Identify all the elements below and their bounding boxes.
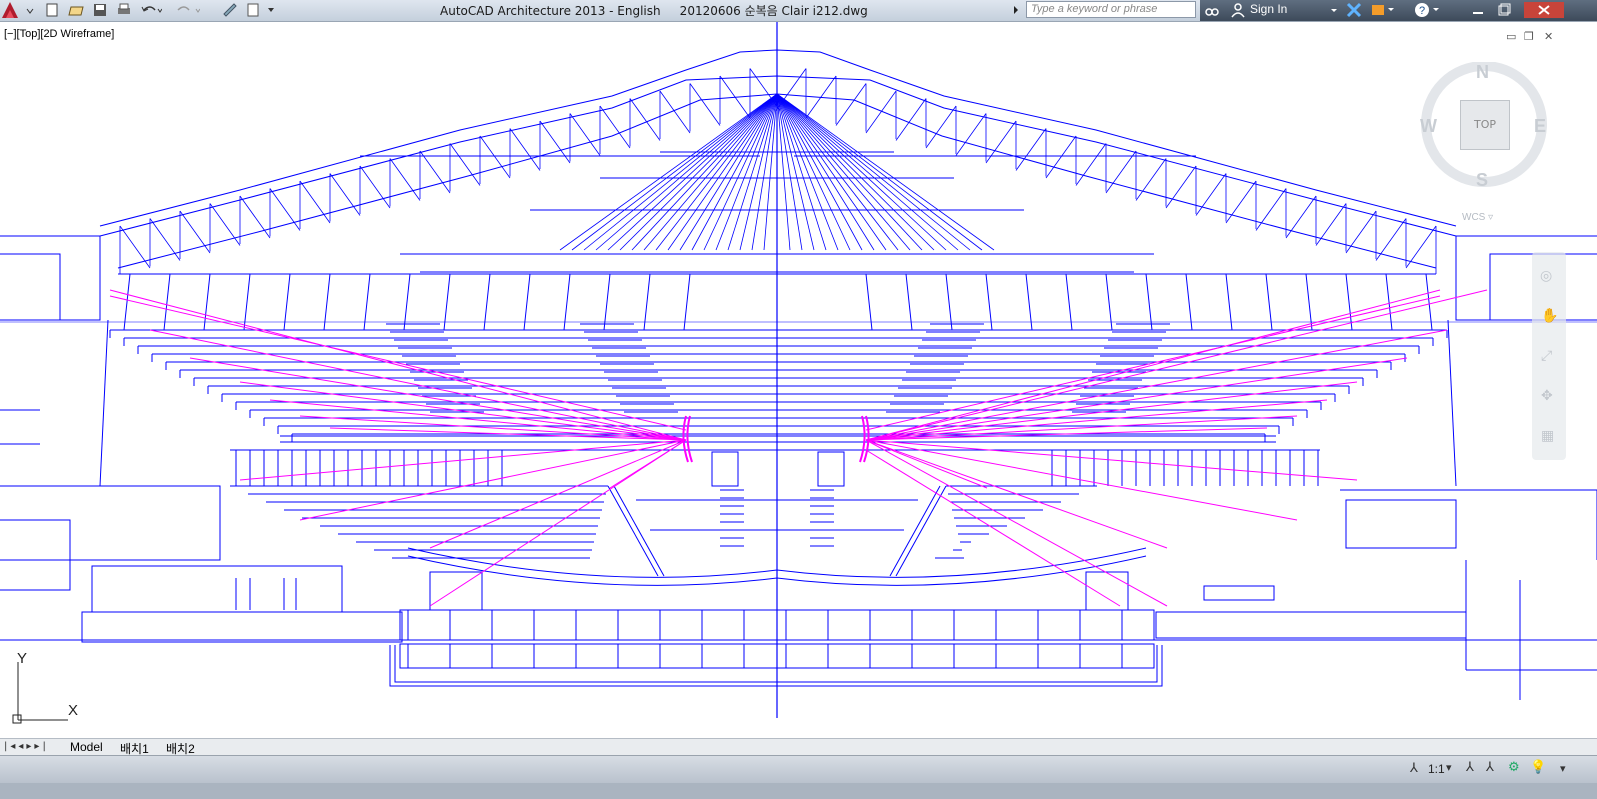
app-menu-arrow-icon[interactable] — [26, 2, 34, 18]
status-bar: ⅄ 1:1 ▾ ⅄ ⅄ ⚙ 💡 ▾ — [0, 755, 1597, 784]
pan-icon[interactable]: ✋ — [1541, 308, 1558, 324]
compass-south[interactable]: S — [1476, 170, 1488, 191]
restore-icon[interactable] — [1496, 2, 1512, 18]
ucs-y-label: Y — [17, 650, 28, 667]
bottom-strip — [0, 783, 1597, 799]
title-bar: AutoCAD Architecture 2013 - English 2012… — [0, 0, 1597, 22]
drawing-area[interactable]: [−][Top][2D Wireframe] ▭ ❐ ✕ Y X N S E W… — [0, 22, 1597, 737]
status-menu-icon[interactable]: ▾ — [1560, 762, 1566, 775]
auto-scale-icon[interactable]: ⅄ — [1486, 760, 1494, 775]
tab-nav-arrows-icon[interactable]: |◂◂▸▸| — [4, 741, 49, 752]
sign-in-dropdown-icon[interactable] — [1330, 2, 1338, 18]
viewcube[interactable]: N S E W TOP — [1418, 62, 1558, 192]
auditorium-section-drawing — [0, 22, 1597, 718]
navigation-bar: ◎ ✋ ⤢ ✥ ▦ — [1532, 252, 1566, 460]
steering-wheel-icon[interactable]: ◎ — [1540, 268, 1552, 284]
viewport-close-icon[interactable]: ✕ — [1544, 30, 1553, 43]
workspace-switch-icon[interactable]: ⚙ — [1508, 760, 1520, 775]
annotation-scale-icon[interactable]: ⅄ — [1410, 761, 1418, 776]
sign-in-link[interactable]: Sign In — [1250, 2, 1287, 16]
close-icon[interactable] — [1524, 2, 1564, 18]
window-title: AutoCAD Architecture 2013 - English 2012… — [440, 4, 868, 18]
viewport-restore-icon[interactable]: ❐ — [1524, 30, 1534, 43]
orbit-icon[interactable]: ✥ — [1541, 388, 1553, 404]
scale-dropdown-icon[interactable]: ▾ — [1446, 761, 1452, 774]
redo-icon[interactable] — [174, 2, 200, 18]
expand-arrow-icon[interactable] — [1012, 2, 1020, 18]
help-icon[interactable]: ? — [1414, 2, 1440, 18]
svg-text:?: ? — [1419, 5, 1425, 17]
tab-model[interactable]: Model — [70, 740, 103, 754]
zoom-icon[interactable]: ⤢ — [1541, 348, 1552, 364]
search-input[interactable]: Type a keyword or phrase — [1026, 1, 1196, 18]
ucs-x-label: X — [68, 702, 79, 719]
minimize-icon[interactable] — [1470, 2, 1486, 18]
binoculars-icon[interactable] — [1204, 2, 1220, 18]
compass-east[interactable]: E — [1534, 116, 1546, 137]
undo-icon[interactable] — [140, 2, 162, 18]
compass-west[interactable]: W — [1420, 116, 1437, 137]
open-icon[interactable] — [68, 2, 84, 18]
app-logo-icon[interactable] — [0, 0, 20, 20]
exchange-icon[interactable] — [1346, 2, 1362, 18]
viewport-controls-label[interactable]: [−][Top][2D Wireframe] — [4, 28, 114, 40]
layout-tab-bar: |◂◂▸▸| Model 배치1 배치2 — [0, 738, 1597, 756]
isolate-icon[interactable]: 💡 — [1530, 760, 1546, 775]
properties-icon[interactable] — [246, 2, 276, 18]
print-icon[interactable] — [116, 2, 132, 18]
ucs-menu[interactable]: WCS ▿ — [1462, 212, 1493, 223]
viewport-minimize-icon[interactable]: ▭ — [1506, 30, 1516, 43]
showmotion-icon[interactable]: ▦ — [1541, 428, 1554, 444]
user-icon[interactable] — [1230, 2, 1246, 18]
compass-north[interactable]: N — [1476, 62, 1489, 83]
save-icon[interactable] — [92, 2, 108, 18]
new-icon[interactable] — [44, 2, 60, 18]
viewcube-top-face[interactable]: TOP — [1460, 100, 1510, 150]
workspace-icon[interactable] — [222, 2, 238, 18]
annotation-visibility-icon[interactable]: ⅄ — [1466, 760, 1474, 775]
annotation-scale[interactable]: 1:1 — [1428, 762, 1445, 776]
communication-center-icon[interactable] — [1370, 2, 1394, 18]
